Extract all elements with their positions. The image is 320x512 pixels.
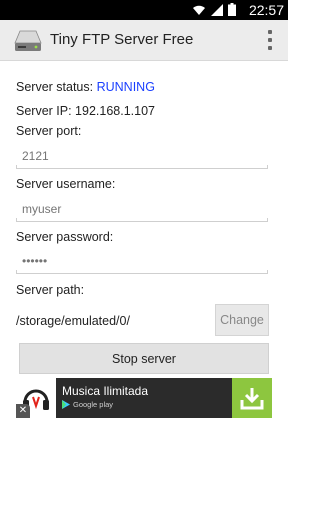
server-ip: Server IP: 192.168.1.107 (16, 104, 155, 118)
status-bar: 22:57 (0, 0, 288, 20)
server-port-label: Server port: (16, 124, 82, 138)
ad-banner[interactable]: ✕ Musica Ilimitada Google play (16, 378, 272, 418)
server-password-label: Server password: (16, 230, 114, 244)
server-status-value: RUNNING (96, 80, 155, 94)
clock: 22:57 (248, 2, 284, 18)
change-path-button[interactable]: Change (215, 304, 269, 336)
server-port-input[interactable] (16, 143, 268, 169)
google-play-badge: Google play (62, 400, 113, 409)
app-bar: Tiny FTP Server Free (0, 20, 288, 61)
server-port-field[interactable] (16, 143, 268, 169)
google-play-text: Google play (73, 400, 114, 409)
stop-server-button[interactable]: Stop server (19, 343, 269, 374)
server-path-value: /storage/emulated/0/ (16, 314, 130, 328)
download-button[interactable] (232, 378, 272, 418)
server-username-input[interactable] (16, 196, 268, 222)
overflow-menu-icon[interactable] (267, 30, 273, 50)
battery-icon (228, 3, 236, 16)
signal-icon (211, 3, 223, 16)
ad-app-icon: ✕ (16, 378, 56, 418)
wifi-icon (193, 5, 205, 15)
server-username-field[interactable] (16, 196, 268, 222)
app-title: Tiny FTP Server Free (50, 31, 194, 48)
server-password-input[interactable] (16, 248, 268, 274)
server-path-label: Server path: (16, 283, 85, 297)
download-icon (240, 388, 264, 410)
server-password-field[interactable] (16, 248, 268, 274)
server-status: Server status: RUNNING (16, 80, 155, 94)
ftp-server-icon (14, 30, 42, 51)
server-username-label: Server username: (16, 177, 116, 191)
server-status-label: Server status: (16, 80, 97, 94)
status-icons (192, 3, 236, 16)
ad-title: Musica Ilimitada (62, 384, 149, 398)
ad-close-icon[interactable]: ✕ (16, 404, 30, 418)
play-store-icon (62, 400, 70, 409)
